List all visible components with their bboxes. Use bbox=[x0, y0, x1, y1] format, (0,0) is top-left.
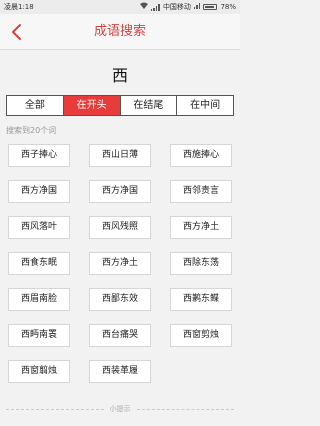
result-item[interactable]: 西装革履 bbox=[89, 360, 151, 383]
signal-icon bbox=[150, 3, 160, 11]
result-item[interactable]: 西除东荡 bbox=[170, 252, 232, 275]
result-item[interactable]: 西窗剪烛 bbox=[170, 324, 232, 347]
title-bar: 成语搜索 bbox=[0, 14, 240, 50]
result-item[interactable]: 西食东眠 bbox=[8, 252, 70, 275]
tab-1[interactable]: 在开头 bbox=[62, 96, 120, 115]
result-item[interactable]: 西鄙东效 bbox=[89, 288, 151, 311]
status-time: 凌晨1:18 bbox=[4, 3, 34, 11]
tab-2[interactable]: 在结尾 bbox=[119, 96, 177, 115]
divider-line-left bbox=[6, 408, 104, 410]
results-grid: 西子捧心 西山日薄 西施捧心 西方净国 西方净国 西邻责言 西风落叶 西风残照 西方净土 西食东眠… bbox=[8, 144, 232, 383]
result-item[interactable]: 西风落叶 bbox=[8, 216, 70, 239]
battery-icon bbox=[203, 4, 218, 10]
result-item[interactable]: 西窗翦烛 bbox=[8, 360, 70, 383]
result-item[interactable]: 西鹣东鲽 bbox=[170, 288, 232, 311]
page-title: 成语搜索 bbox=[93, 24, 146, 39]
result-item[interactable]: 西方净土 bbox=[170, 216, 232, 239]
result-item[interactable]: 西方净土 bbox=[89, 252, 151, 275]
status-bar: 凌晨1:18 中国移动 78% bbox=[0, 0, 240, 14]
status-right: 中国移动 78% bbox=[139, 0, 236, 14]
tip-divider: 小提示 bbox=[6, 404, 234, 414]
result-item[interactable]: 西眄南瞏 bbox=[8, 324, 70, 347]
divider-line-right bbox=[136, 408, 234, 410]
result-item[interactable]: 西方净国 bbox=[8, 180, 70, 203]
result-item[interactable]: 西台痛哭 bbox=[89, 324, 151, 347]
result-item[interactable]: 西风残照 bbox=[89, 216, 151, 239]
result-item[interactable]: 西邻责言 bbox=[170, 180, 232, 203]
result-item[interactable]: 西施捧心 bbox=[170, 144, 232, 167]
result-item[interactable]: 西眉南脸 bbox=[8, 288, 70, 311]
result-item[interactable]: 西山日薄 bbox=[89, 144, 151, 167]
result-item[interactable]: 西方净国 bbox=[89, 180, 151, 203]
wifi-icon bbox=[139, 0, 148, 14]
query-character: 西 bbox=[111, 66, 128, 85]
battery-percent: 78% bbox=[220, 3, 236, 11]
position-tabs: 全部 在开头 在结尾 在中间 bbox=[6, 95, 234, 116]
result-count: 搜索到20个词 bbox=[6, 126, 57, 135]
result-item[interactable]: 西子捧心 bbox=[8, 144, 70, 167]
tab-3[interactable]: 在中间 bbox=[176, 96, 233, 115]
tip-label: 小提示 bbox=[109, 405, 131, 413]
tab-0[interactable]: 全部 bbox=[7, 96, 63, 115]
carrier-name: 中国移动 bbox=[162, 3, 191, 11]
signal-icon-2 bbox=[193, 0, 201, 14]
